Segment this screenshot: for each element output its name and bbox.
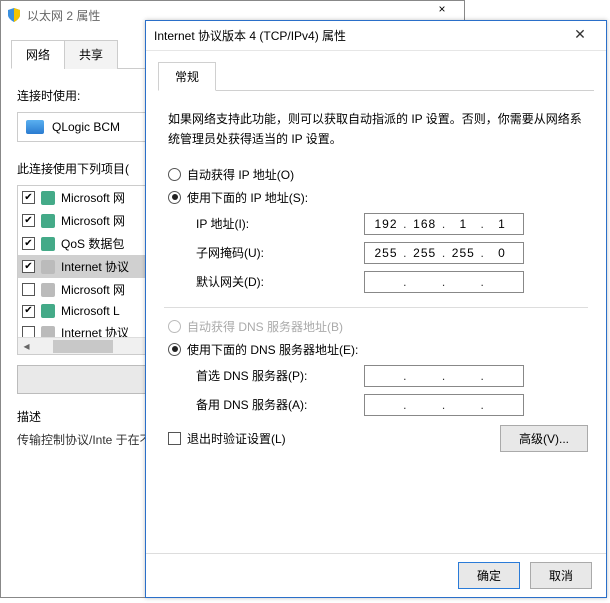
- item-checkbox[interactable]: [22, 283, 35, 296]
- tab-network[interactable]: 网络: [11, 40, 65, 69]
- gateway-input[interactable]: . . .: [364, 271, 524, 293]
- intro-text: 如果网络支持此功能，则可以获取自动指派的 IP 设置。否则，你需要从网络系统管理…: [168, 109, 584, 150]
- item-label: Microsoft 网: [61, 189, 125, 206]
- shield-icon: [7, 8, 21, 22]
- component-icon: [41, 283, 55, 297]
- dialog-title: Internet 协议版本 4 (TCP/IPv4) 属性: [154, 27, 562, 44]
- component-icon: [41, 191, 55, 205]
- item-checkbox[interactable]: ✔: [22, 214, 35, 227]
- dns2-label: 备用 DNS 服务器(A):: [196, 396, 364, 413]
- advanced-button[interactable]: 高级(V)...: [500, 425, 588, 452]
- window-title: 以太网 2 属性: [27, 7, 100, 24]
- component-icon: [41, 260, 55, 274]
- dns2-input[interactable]: . . .: [364, 394, 524, 416]
- scroll-left-icon[interactable]: ◂: [18, 339, 35, 353]
- tab-share[interactable]: 共享: [64, 40, 118, 69]
- adapter-name: QLogic BCM: [52, 120, 120, 134]
- dialog-footer: 确定 取消: [146, 553, 606, 597]
- ipv4-properties-dialog: Internet 协议版本 4 (TCP/IPv4) 属性 ✕ 常规 如果网络支…: [145, 20, 607, 598]
- nic-icon: [26, 120, 44, 134]
- component-icon: [41, 214, 55, 228]
- component-icon: [41, 237, 55, 251]
- item-label: Microsoft 网: [61, 281, 125, 298]
- radio-auto-dns-label: 自动获得 DNS 服务器地址(B): [187, 318, 343, 335]
- dns1-label: 首选 DNS 服务器(P):: [196, 367, 364, 384]
- item-label: Internet 协议: [61, 258, 129, 275]
- item-label: Microsoft 网: [61, 212, 125, 229]
- exit-validate-checkbox[interactable]: [168, 432, 181, 445]
- item-checkbox[interactable]: ✔: [22, 260, 35, 273]
- radio-manual-ip[interactable]: [168, 191, 181, 204]
- dialog-tabs: 常规: [158, 61, 594, 91]
- ok-button[interactable]: 确定: [458, 562, 520, 589]
- radio-auto-ip[interactable]: [168, 168, 181, 181]
- tab-general[interactable]: 常规: [158, 62, 216, 91]
- item-checkbox[interactable]: ✔: [22, 237, 35, 250]
- exit-validate-label: 退出时验证设置(L): [187, 430, 286, 447]
- cancel-button[interactable]: 取消: [530, 562, 592, 589]
- ip-label: IP 地址(I):: [196, 215, 364, 232]
- radio-manual-dns-label: 使用下面的 DNS 服务器地址(E):: [187, 341, 358, 358]
- radio-auto-dns: [168, 320, 181, 333]
- radio-manual-ip-label: 使用下面的 IP 地址(S):: [187, 189, 308, 206]
- item-checkbox[interactable]: ✔: [22, 191, 35, 204]
- divider: [164, 307, 588, 308]
- item-label: Microsoft L: [61, 304, 120, 318]
- component-icon: [41, 304, 55, 318]
- gateway-label: 默认网关(D):: [196, 273, 364, 290]
- subnet-mask-input[interactable]: 255. 255. 255. 0: [364, 242, 524, 264]
- dialog-titlebar: Internet 协议版本 4 (TCP/IPv4) 属性 ✕: [146, 21, 606, 51]
- radio-manual-dns[interactable]: [168, 343, 181, 356]
- ip-address-input[interactable]: 192. 168. 1. 1: [364, 213, 524, 235]
- item-checkbox[interactable]: ✔: [22, 305, 35, 318]
- scroll-thumb[interactable]: [53, 340, 113, 353]
- radio-auto-ip-label: 自动获得 IP 地址(O): [187, 166, 294, 183]
- subnet-label: 子网掩码(U):: [196, 244, 364, 261]
- item-label: QoS 数据包: [61, 235, 124, 252]
- close-icon[interactable]: ✕: [562, 26, 598, 46]
- dns1-input[interactable]: . . .: [364, 365, 524, 387]
